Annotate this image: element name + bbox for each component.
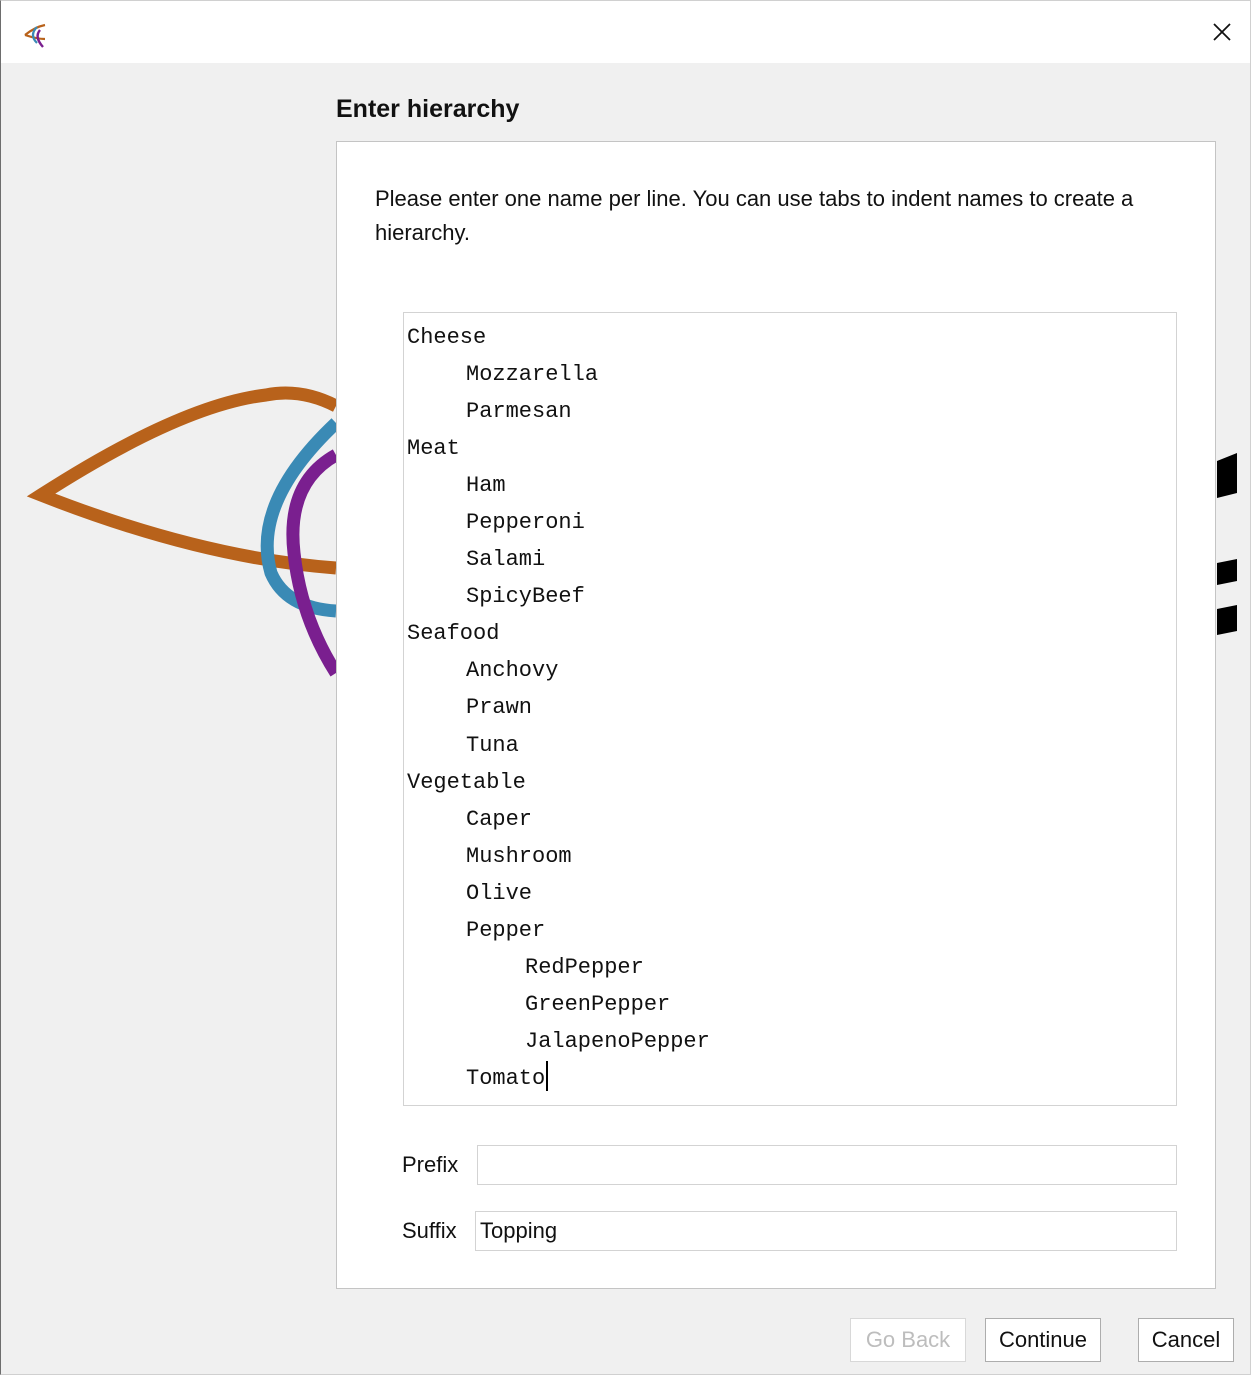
hierarchy-line: Tuna — [466, 732, 519, 758]
cancel-button[interactable]: Cancel — [1138, 1318, 1234, 1362]
hierarchy-line: Pepper — [466, 917, 546, 943]
dialog-window: Enter hierarchy Please enter one name pe… — [0, 0, 1251, 1375]
hierarchy-line: Salami — [466, 547, 546, 573]
hierarchy-line: Olive — [466, 880, 533, 906]
hierarchy-panel: Please enter one name per line. You can … — [336, 141, 1216, 1289]
hierarchy-textarea[interactable]: Cheese Mozzarella Parmesan Meat Ham Pepperoni… — [403, 312, 1177, 1106]
hierarchy-line: Prawn — [466, 695, 533, 721]
hierarchy-line: JalapenoPepper — [525, 1028, 710, 1054]
prefix-input[interactable] — [477, 1145, 1177, 1185]
hierarchy-line: Parmesan — [466, 399, 572, 425]
close-icon — [1213, 23, 1231, 41]
title-bar — [1, 1, 1250, 63]
hierarchy-line: Mozzarella — [466, 362, 599, 388]
prefix-label: Prefix — [402, 1152, 459, 1177]
hierarchy-line: Seafood — [407, 621, 500, 647]
suffix-label: Suffix — [402, 1218, 457, 1243]
hierarchy-line: Ham — [466, 473, 506, 499]
hierarchy-line: Caper — [466, 806, 533, 832]
go-back-button[interactable]: Go Back — [850, 1318, 966, 1362]
close-button[interactable] — [1194, 1, 1250, 63]
hierarchy-line: Anchovy — [466, 658, 559, 684]
suffix-input[interactable] — [475, 1211, 1177, 1251]
hierarchy-line: Cheese — [407, 325, 487, 350]
hierarchy-line: Meat — [407, 436, 460, 462]
hierarchy-line: RedPepper — [525, 954, 644, 980]
hierarchy-line: Mushroom — [466, 843, 572, 869]
hierarchy-line: SpicyBeef — [466, 584, 585, 610]
instructions-text: Please enter one name per line. You can … — [375, 186, 1134, 245]
text-cursor — [546, 1061, 549, 1092]
continue-button[interactable]: Continue — [985, 1318, 1101, 1362]
app-logo-icon — [23, 21, 51, 49]
hierarchy-line: Vegetable — [407, 769, 526, 795]
hierarchy-line: Tomato — [407, 1060, 1176, 1097]
hierarchy-line: GreenPepper — [525, 991, 671, 1017]
hierarchy-line: Pepperoni — [466, 510, 585, 536]
page-title: Enter hierarchy — [336, 95, 520, 123]
